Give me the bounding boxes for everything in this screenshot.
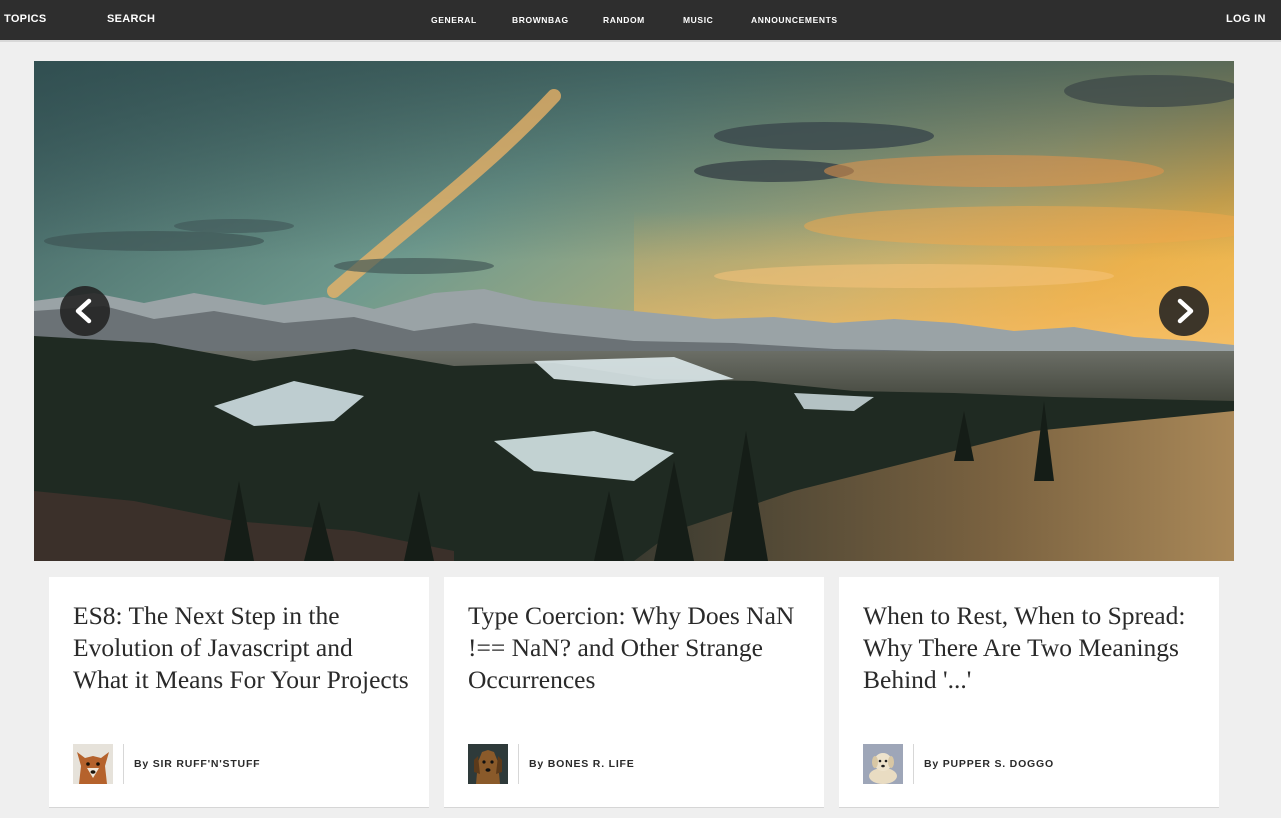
avatar xyxy=(73,744,113,784)
article-card[interactable]: When to Rest, When to Spread: Why There … xyxy=(839,577,1219,808)
nav-brownbag[interactable]: BROWNBAG xyxy=(512,15,569,25)
byline-divider xyxy=(123,744,124,784)
nav-log-in[interactable]: LOG IN xyxy=(1226,13,1266,25)
nav-announcements[interactable]: ANNOUNCEMENTS xyxy=(751,15,838,25)
top-navigation: TOPICS SEARCH GENERAL BROWNBAG RANDOM MU… xyxy=(0,0,1281,42)
article-title[interactable]: When to Rest, When to Spread: Why There … xyxy=(863,600,1203,696)
avatar xyxy=(863,744,903,784)
byline-prefix: By xyxy=(134,758,150,770)
hero-image xyxy=(34,61,1234,561)
article-byline: By PUPPER S. DOGGO xyxy=(924,758,1054,770)
avatar xyxy=(468,744,508,784)
article-title[interactable]: Type Coercion: Why Does NaN !== NaN? and… xyxy=(468,600,808,696)
carousel-next-button[interactable] xyxy=(1159,286,1209,336)
hero-carousel xyxy=(34,61,1234,561)
author-name[interactable]: PUPPER S. DOGGO xyxy=(943,758,1054,770)
nav-random[interactable]: RANDOM xyxy=(603,15,645,25)
chevron-left-icon xyxy=(75,298,92,324)
byline-divider xyxy=(913,744,914,784)
author-name[interactable]: SIR RUFF'N'STUFF xyxy=(153,758,261,770)
article-title[interactable]: ES8: The Next Step in the Evolution of J… xyxy=(73,600,413,696)
author-name[interactable]: BONES R. LIFE xyxy=(548,758,635,770)
nav-general[interactable]: GENERAL xyxy=(431,15,477,25)
chevron-right-icon xyxy=(1177,298,1194,324)
article-byline: By BONES R. LIFE xyxy=(529,758,635,770)
article-byline: By SIR RUFF'N'STUFF xyxy=(134,758,260,770)
nav-music[interactable]: MUSIC xyxy=(683,15,713,25)
carousel-prev-button[interactable] xyxy=(60,286,110,336)
article-card[interactable]: ES8: The Next Step in the Evolution of J… xyxy=(49,577,429,808)
byline-prefix: By xyxy=(924,758,940,770)
nav-topics[interactable]: TOPICS xyxy=(4,13,47,25)
article-card[interactable]: Type Coercion: Why Does NaN !== NaN? and… xyxy=(444,577,824,808)
byline-prefix: By xyxy=(529,758,545,770)
nav-search[interactable]: SEARCH xyxy=(107,13,155,25)
byline-divider xyxy=(518,744,519,784)
